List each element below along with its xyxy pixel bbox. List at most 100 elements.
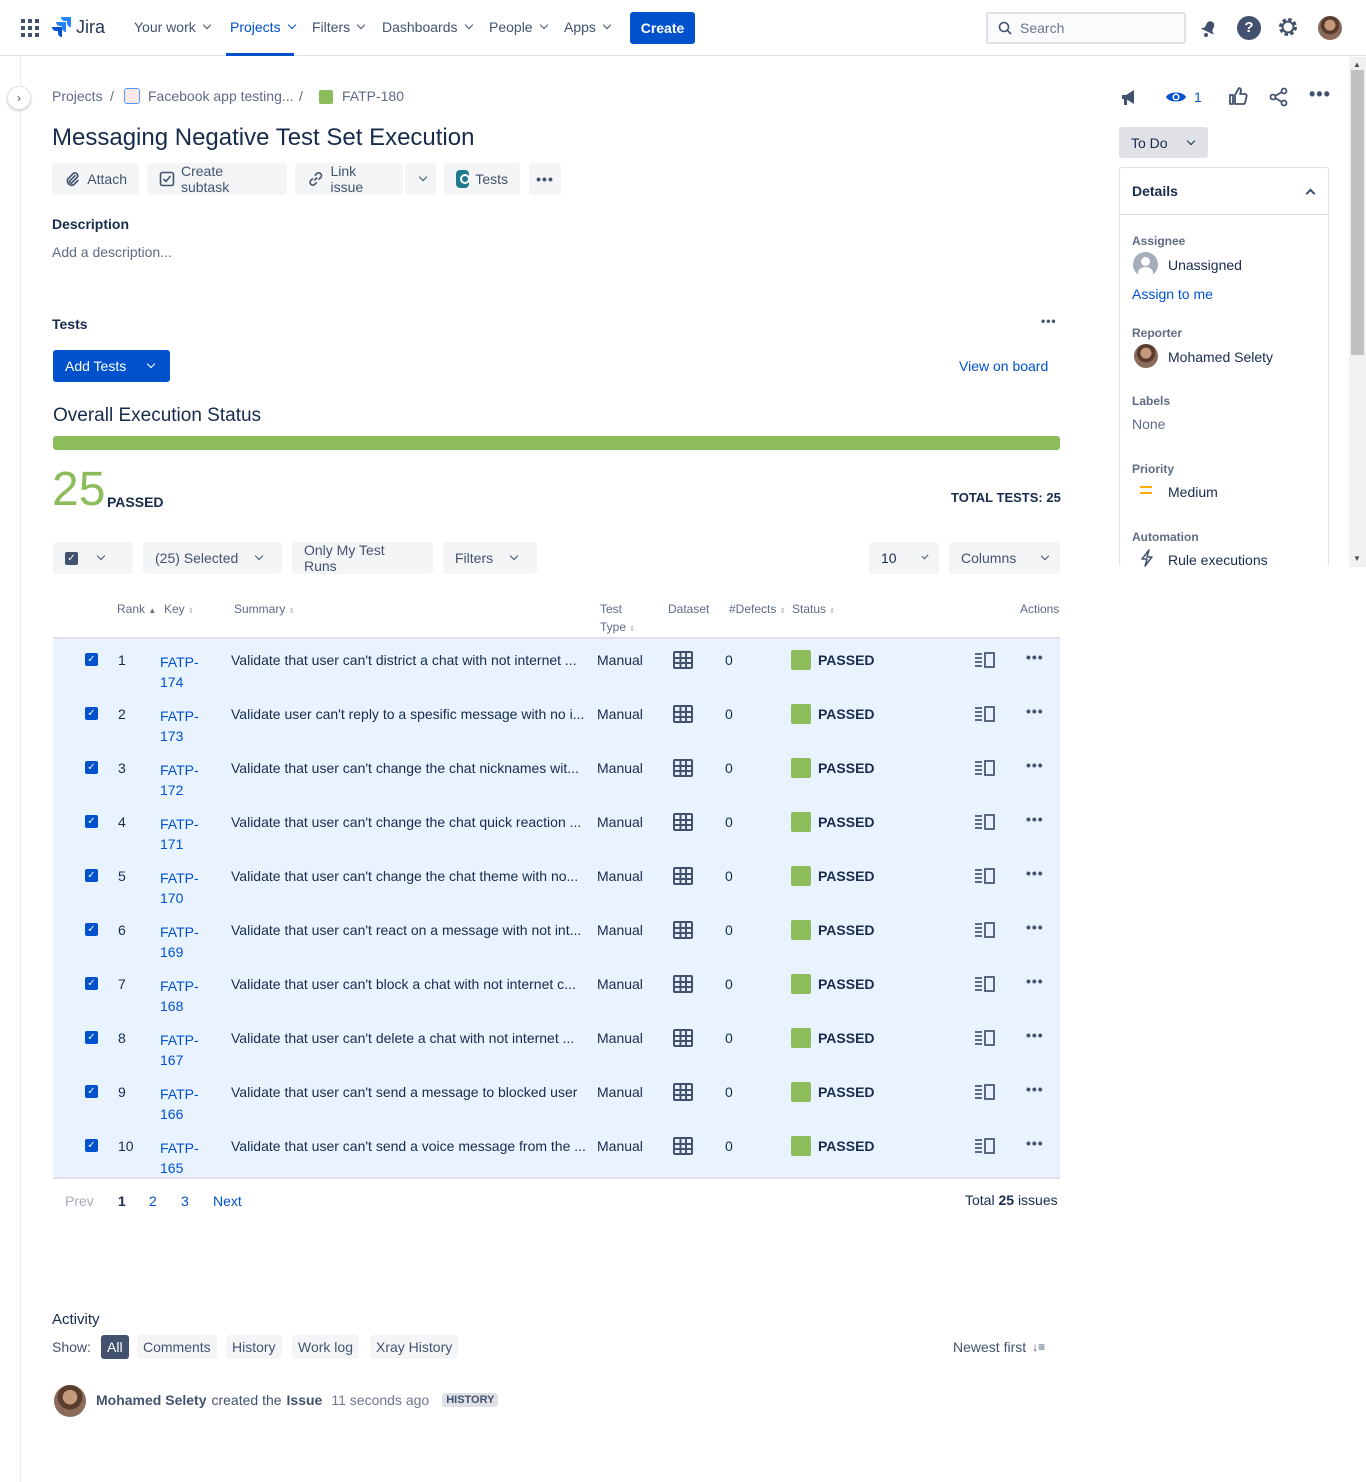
activity-filter-history[interactable]: History (226, 1335, 282, 1359)
row-key-link[interactable]: FATP- 166 (160, 1084, 199, 1124)
status-dropdown[interactable]: To Do (1119, 127, 1208, 158)
details-header[interactable]: Details (1120, 168, 1328, 215)
row-checkbox[interactable]: ✓ (85, 869, 98, 882)
issue-title[interactable]: Messaging Negative Test Set Execution (52, 124, 474, 152)
execution-details-icon[interactable] (974, 868, 996, 884)
row-more-actions-icon[interactable]: ••• (1026, 1135, 1044, 1151)
nav-dashboards[interactable]: Dashboards (382, 19, 473, 35)
selected-filter-dropdown[interactable]: (25) Selected (143, 542, 282, 574)
settings-gear-icon[interactable] (1277, 16, 1299, 38)
row-key-link[interactable]: FATP- 171 (160, 814, 199, 854)
row-more-actions-icon[interactable]: ••• (1026, 757, 1044, 773)
row-key-link[interactable]: FATP- 167 (160, 1030, 199, 1070)
table-row[interactable]: ✓ 3 FATP- 172 Validate that user can't chang… (53, 747, 1060, 801)
row-summary[interactable]: Validate that user can't react on a mess… (231, 922, 581, 938)
table-row[interactable]: ✓ 2 FATP- 173 Validate user can't reply to a… (53, 693, 1060, 747)
row-checkbox[interactable]: ✓ (85, 761, 98, 774)
attach-button[interactable]: Attach (52, 163, 139, 195)
activity-time[interactable]: 11 seconds ago (331, 1392, 429, 1408)
pagination-page-2[interactable]: 2 (149, 1193, 157, 1209)
activity-filter-xray-history[interactable]: Xray History (370, 1335, 459, 1359)
row-key-link[interactable]: FATP- 168 (160, 976, 199, 1016)
add-tests-button[interactable]: Add Tests (53, 350, 170, 382)
tests-more-icon[interactable]: ••• (1041, 314, 1057, 328)
row-summary[interactable]: Validate that user can't send a message … (231, 1084, 577, 1100)
link-issue-button[interactable]: Link issue (295, 163, 403, 195)
row-key-link[interactable]: FATP- 165 (160, 1138, 199, 1178)
nav-people[interactable]: People (489, 19, 548, 35)
row-checkbox[interactable]: ✓ (85, 1139, 98, 1152)
columns-dropdown[interactable]: Columns (949, 542, 1060, 574)
dataset-grid-icon[interactable] (673, 1083, 693, 1101)
table-row[interactable]: ✓ 4 FATP- 171 Validate that user can't chang… (53, 801, 1060, 855)
dataset-grid-icon[interactable] (673, 1137, 693, 1155)
app-switcher-icon[interactable] (21, 19, 39, 37)
row-key-link[interactable]: FATP- 169 (160, 922, 199, 962)
row-summary[interactable]: Validate that user can't block a chat wi… (231, 976, 576, 992)
row-checkbox[interactable]: ✓ (85, 653, 98, 666)
col-rank[interactable]: Rank ▲ (117, 600, 156, 620)
row-more-actions-icon[interactable]: ••• (1026, 973, 1044, 989)
row-key-link[interactable]: FATP- 173 (160, 706, 199, 746)
dataset-grid-icon[interactable] (673, 759, 693, 777)
help-icon[interactable]: ? (1237, 16, 1261, 40)
expand-sidebar-button[interactable]: › (7, 86, 31, 110)
execution-details-icon[interactable] (974, 706, 996, 722)
activity-filter-worklog[interactable]: Work log (292, 1335, 359, 1359)
row-checkbox[interactable]: ✓ (85, 1085, 98, 1098)
pagination-prev[interactable]: Prev (65, 1193, 94, 1209)
dataset-grid-icon[interactable] (673, 813, 693, 831)
table-row[interactable]: ✓ 1 FATP- 174 Validate that user can't distr… (53, 639, 1060, 693)
nav-projects[interactable]: Projects (230, 19, 296, 35)
row-more-actions-icon[interactable]: ••• (1026, 649, 1044, 665)
execution-details-icon[interactable] (974, 652, 996, 668)
row-checkbox[interactable]: ✓ (85, 815, 98, 828)
dataset-grid-icon[interactable] (673, 1029, 693, 1047)
breadcrumb-project[interactable]: Facebook app testing... (148, 88, 294, 104)
row-checkbox[interactable]: ✓ (85, 923, 98, 936)
row-key-link[interactable]: FATP- 174 (160, 652, 199, 692)
activity-filter-comments[interactable]: Comments (137, 1335, 217, 1359)
row-more-actions-icon[interactable]: ••• (1026, 1027, 1044, 1043)
execution-details-icon[interactable] (974, 1138, 996, 1154)
reporter-value[interactable]: Mohamed Selety (1168, 349, 1273, 365)
priority-value[interactable]: Medium (1168, 484, 1218, 500)
execution-details-icon[interactable] (974, 1084, 996, 1100)
row-summary[interactable]: Validate that user can't district a chat… (231, 652, 577, 668)
row-summary[interactable]: Validate user can't reply to a spesific … (231, 706, 584, 722)
dataset-grid-icon[interactable] (673, 867, 693, 885)
row-more-actions-icon[interactable]: ••• (1026, 811, 1044, 827)
select-all-checkbox[interactable]: ✓ (65, 551, 78, 565)
row-more-actions-icon[interactable]: ••• (1026, 1081, 1044, 1097)
notifications-icon[interactable] (1198, 17, 1220, 39)
dataset-grid-icon[interactable] (673, 651, 693, 669)
table-row[interactable]: ✓ 7 FATP- 168 Validate that user can't block… (53, 963, 1060, 1017)
user-avatar[interactable] (1318, 16, 1342, 40)
bulk-select-dropdown[interactable]: ✓ (53, 542, 133, 574)
execution-details-icon[interactable] (974, 814, 996, 830)
filters-dropdown[interactable]: Filters (443, 542, 537, 574)
dataset-grid-icon[interactable] (673, 705, 693, 723)
pagination-page-1[interactable]: 1 (118, 1193, 126, 1209)
vote-thumbs-up-icon[interactable] (1228, 86, 1248, 106)
only-my-test-runs-button[interactable]: Only My Test Runs (292, 542, 433, 574)
view-on-board-link[interactable]: View on board (959, 358, 1048, 374)
row-summary[interactable]: Validate that user can't delete a chat w… (231, 1030, 574, 1046)
col-key[interactable]: Key ⇕ (164, 600, 194, 621)
table-row[interactable]: ✓ 10 FATP- 165 Validate that user can't send… (53, 1125, 1060, 1179)
create-subtask-button[interactable]: Create subtask (147, 163, 287, 195)
row-checkbox[interactable]: ✓ (85, 707, 98, 720)
dataset-grid-icon[interactable] (673, 975, 693, 993)
assignee-value[interactable]: Unassigned (1168, 257, 1242, 273)
col-defects[interactable]: #Defects ⇕ (729, 600, 786, 621)
execution-details-icon[interactable] (974, 922, 996, 938)
row-summary[interactable]: Validate that user can't change the chat… (231, 760, 579, 776)
nav-your-work[interactable]: Your work (134, 19, 211, 35)
table-row[interactable]: ✓ 5 FATP- 170 Validate that user can't chang… (53, 855, 1060, 909)
nav-apps[interactable]: Apps (564, 19, 612, 35)
feedback-megaphone-icon[interactable] (1119, 86, 1141, 108)
jira-logo[interactable]: Jira (52, 16, 105, 38)
share-icon[interactable] (1269, 87, 1289, 107)
more-actions-icon[interactable]: ••• (1309, 84, 1331, 105)
col-summary[interactable]: Summary ⇕ (234, 600, 295, 621)
